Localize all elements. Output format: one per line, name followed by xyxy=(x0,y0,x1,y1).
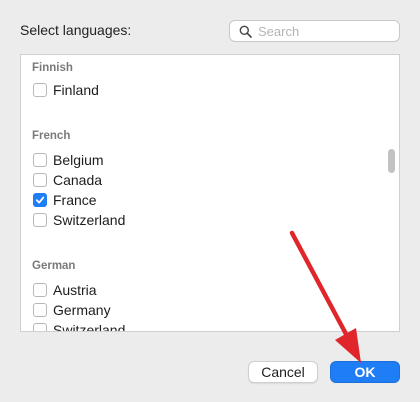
scrollbar-thumb[interactable] xyxy=(388,149,395,173)
list-item-belgium[interactable]: Belgium xyxy=(33,150,104,170)
item-label: Canada xyxy=(53,172,103,188)
select-languages-label: Select languages: xyxy=(20,22,132,38)
item-label: Austria xyxy=(53,282,97,298)
language-selection-dialog: Select languages: Finnish Finland French… xyxy=(0,0,420,402)
item-label: Finland xyxy=(53,82,99,98)
checkbox-canada[interactable] xyxy=(33,173,47,187)
search-field[interactable] xyxy=(229,20,400,42)
group-header-finnish: Finnish xyxy=(32,62,73,74)
checkbox-switzerland[interactable] xyxy=(33,323,47,331)
checkbox-austria[interactable] xyxy=(33,283,47,297)
checkmark-icon xyxy=(35,196,45,204)
checkbox-finland[interactable] xyxy=(33,83,47,97)
group-header-german: German xyxy=(32,260,76,272)
list-item-switzerland-french[interactable]: Switzerland xyxy=(33,210,125,230)
list-item-germany[interactable]: Germany xyxy=(33,300,111,320)
list-item-france[interactable]: France xyxy=(33,190,97,210)
checkbox-germany[interactable] xyxy=(33,303,47,317)
list-item-finland[interactable]: Finland xyxy=(33,80,99,100)
cancel-button[interactable]: Cancel xyxy=(248,361,318,383)
group-header-french: French xyxy=(32,130,71,142)
search-icon xyxy=(238,24,252,38)
item-label: Germany xyxy=(53,302,111,318)
item-label: Switzerland xyxy=(53,322,126,332)
item-label: Switzerland xyxy=(53,212,126,228)
checkbox-belgium[interactable] xyxy=(33,153,47,167)
item-label: Belgium xyxy=(53,152,104,168)
language-list[interactable]: Finnish Finland French Belgium Canada Fr… xyxy=(20,54,400,332)
ok-button[interactable]: OK xyxy=(330,361,400,383)
checkbox-switzerland[interactable] xyxy=(33,213,47,227)
list-item-switzerland-german[interactable]: Switzerland xyxy=(33,320,126,332)
list-item-austria[interactable]: Austria xyxy=(33,280,97,300)
item-label: France xyxy=(53,192,97,208)
search-input[interactable] xyxy=(258,23,388,39)
checkbox-france[interactable] xyxy=(33,193,47,207)
list-item-canada[interactable]: Canada xyxy=(33,170,102,190)
